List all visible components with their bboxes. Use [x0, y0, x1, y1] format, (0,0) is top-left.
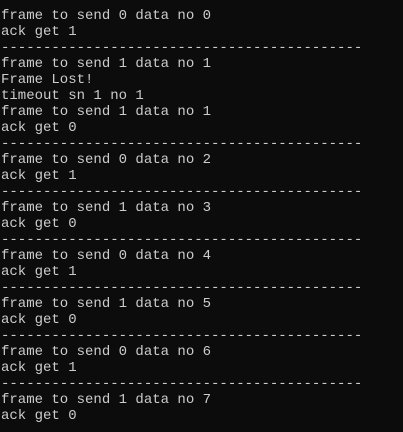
- console-line: ----------------------------------------…: [1, 40, 363, 56]
- console-line: ack get 0: [1, 312, 77, 328]
- console-line: ack get 0: [1, 120, 77, 136]
- console-line: ack get 1: [1, 168, 77, 184]
- console-line: ----------------------------------------…: [1, 136, 363, 152]
- console-line: timeout sn 1 no 1: [1, 88, 144, 104]
- console-line: frame to send 0 data no 0: [1, 8, 212, 24]
- console-line: ack get 0: [1, 216, 77, 232]
- console-line: frame to send 1 data no 1: [1, 56, 212, 72]
- console-line: ack get 1: [1, 264, 77, 280]
- console-line: frame to send 1 data no 1: [1, 104, 212, 120]
- console-line: frame to send 0 data no 6: [1, 344, 212, 360]
- console-line: ----------------------------------------…: [1, 232, 363, 248]
- console-line: ----------------------------------------…: [1, 184, 363, 200]
- console-line: frame to send 1 data no 3: [1, 200, 212, 216]
- console-line: ----------------------------------------…: [1, 376, 363, 392]
- console-line: frame to send 1 data no 5: [1, 296, 212, 312]
- console-line: ----------------------------------------…: [1, 0, 363, 8]
- console-line: Frame Lost!: [1, 72, 94, 88]
- console-line: frame to send 0 data no 2: [1, 152, 212, 168]
- console-line: ----------------------------------------…: [1, 328, 363, 344]
- console-output[interactable]: ----------------------------------------…: [0, 0, 403, 432]
- console-line: frame to send 1 data no 7: [1, 392, 212, 408]
- console-line: ack get 1: [1, 24, 77, 40]
- console-line: ack get 0: [1, 408, 77, 424]
- console-line: ----------------------------------------…: [1, 280, 363, 296]
- console-line: ack get 1: [1, 360, 77, 376]
- console-line: frame to send 0 data no 4: [1, 248, 212, 264]
